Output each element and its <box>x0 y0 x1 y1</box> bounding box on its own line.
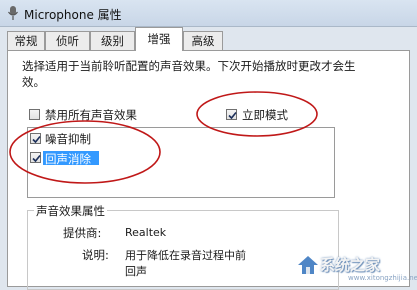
annotation-overlay <box>9 91 318 184</box>
tab-enhancements[interactable]: 增强 <box>135 27 183 51</box>
annotation-circle-effects <box>9 120 161 184</box>
annotation-circle-immediate-mode <box>196 91 318 137</box>
watermark-text: 系统之家 <box>320 256 381 274</box>
watermark-url: www.xitongzhijia.net <box>348 274 417 282</box>
